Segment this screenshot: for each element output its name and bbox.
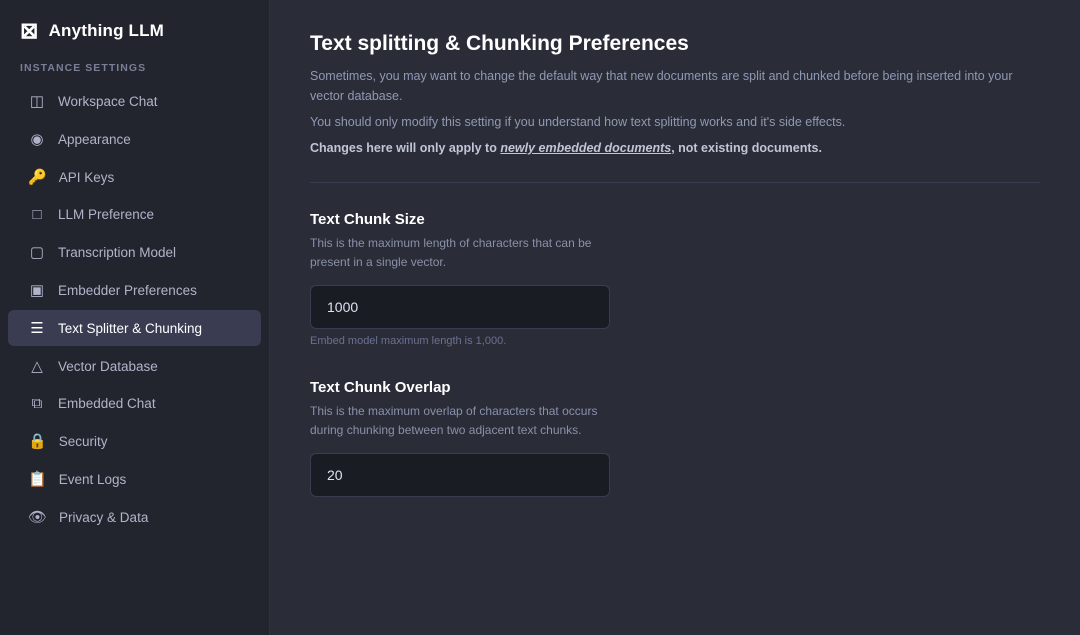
desc3-prefix: Changes here will only apply to bbox=[310, 141, 500, 155]
sidebar-item-label: Vector Database bbox=[58, 359, 158, 374]
embedded-icon: ⧉ bbox=[28, 395, 46, 412]
page-desc-3: Changes here will only apply to newly em… bbox=[310, 138, 1040, 158]
sidebar-item-label: LLM Preference bbox=[58, 207, 154, 222]
transcription-icon: ▢ bbox=[28, 243, 46, 261]
desc3-italic: newly embedded documents bbox=[500, 141, 671, 155]
page-desc-1: Sometimes, you may want to change the de… bbox=[310, 66, 1040, 106]
logo-icon: ⊠ bbox=[20, 18, 39, 44]
sidebar-item-embedder-preferences[interactable]: ▣ Embedder Preferences bbox=[8, 272, 261, 308]
database-icon: △ bbox=[28, 357, 46, 375]
sidebar-item-llm-preference[interactable]: □ LLM Preference bbox=[8, 197, 261, 232]
main-content: Text splitting & Chunking Preferences So… bbox=[270, 0, 1080, 635]
key-icon: 🔑 bbox=[28, 168, 47, 186]
privacy-icon: 👁 bbox=[28, 508, 47, 526]
sidebar-item-label: Text Splitter & Chunking bbox=[58, 321, 202, 336]
sidebar-item-security[interactable]: 🔒 Security bbox=[8, 423, 261, 459]
sidebar-item-label: Workspace Chat bbox=[58, 94, 158, 109]
page-desc-2: You should only modify this setting if y… bbox=[310, 112, 1040, 132]
llm-icon: □ bbox=[28, 206, 46, 223]
sidebar: ⊠ Anything LLM Instance Settings ◫ Works… bbox=[0, 0, 270, 635]
chunk-overlap-section: Text Chunk Overlap This is the maximum o… bbox=[310, 379, 1040, 497]
app-logo: ⊠ Anything LLM bbox=[0, 18, 269, 62]
sidebar-item-label: Embedded Chat bbox=[58, 396, 156, 411]
sidebar-item-label: Security bbox=[59, 434, 108, 449]
splitter-icon: ☰ bbox=[28, 319, 46, 337]
logs-icon: 📋 bbox=[28, 470, 47, 488]
chunk-size-section: Text Chunk Size This is the maximum leng… bbox=[310, 211, 1040, 347]
sidebar-item-appearance[interactable]: ◉ Appearance bbox=[8, 121, 261, 157]
sidebar-item-workspace-chat[interactable]: ◫ Workspace Chat bbox=[8, 83, 261, 119]
sidebar-item-api-keys[interactable]: 🔑 API Keys bbox=[8, 159, 261, 195]
chunk-overlap-input[interactable] bbox=[310, 453, 610, 497]
app-name: Anything LLM bbox=[49, 21, 164, 41]
sidebar-item-vector-database[interactable]: △ Vector Database bbox=[8, 348, 261, 384]
chunk-size-hint: Embed model maximum length is 1,000. bbox=[310, 335, 1040, 347]
embedder-icon: ▣ bbox=[28, 281, 46, 299]
sidebar-item-label: API Keys bbox=[59, 170, 115, 185]
section-divider bbox=[310, 182, 1040, 183]
page-title: Text splitting & Chunking Preferences bbox=[310, 32, 1040, 56]
sidebar-item-transcription-model[interactable]: ▢ Transcription Model bbox=[8, 234, 261, 270]
sidebar-item-embedded-chat[interactable]: ⧉ Embedded Chat bbox=[8, 386, 261, 421]
security-icon: 🔒 bbox=[28, 432, 47, 450]
sidebar-item-label: Embedder Preferences bbox=[58, 283, 197, 298]
chunk-size-input[interactable] bbox=[310, 285, 610, 329]
sidebar-item-label: Privacy & Data bbox=[59, 510, 148, 525]
sidebar-item-label: Event Logs bbox=[59, 472, 127, 487]
chunk-overlap-title: Text Chunk Overlap bbox=[310, 379, 1040, 396]
chunk-size-desc: This is the maximum length of characters… bbox=[310, 234, 630, 271]
sidebar-item-text-splitter[interactable]: ☰ Text Splitter & Chunking bbox=[8, 310, 261, 346]
desc3-suffix: , not existing documents. bbox=[671, 141, 822, 155]
chunk-overlap-desc: This is the maximum overlap of character… bbox=[310, 402, 630, 439]
chat-icon: ◫ bbox=[28, 92, 46, 110]
sidebar-item-privacy-data[interactable]: 👁 Privacy & Data bbox=[8, 499, 261, 535]
sidebar-item-label: Appearance bbox=[58, 132, 131, 147]
sidebar-item-label: Transcription Model bbox=[58, 245, 176, 260]
section-label: Instance Settings bbox=[0, 62, 269, 82]
appearance-icon: ◉ bbox=[28, 130, 46, 148]
chunk-size-title: Text Chunk Size bbox=[310, 211, 1040, 228]
sidebar-item-event-logs[interactable]: 📋 Event Logs bbox=[8, 461, 261, 497]
